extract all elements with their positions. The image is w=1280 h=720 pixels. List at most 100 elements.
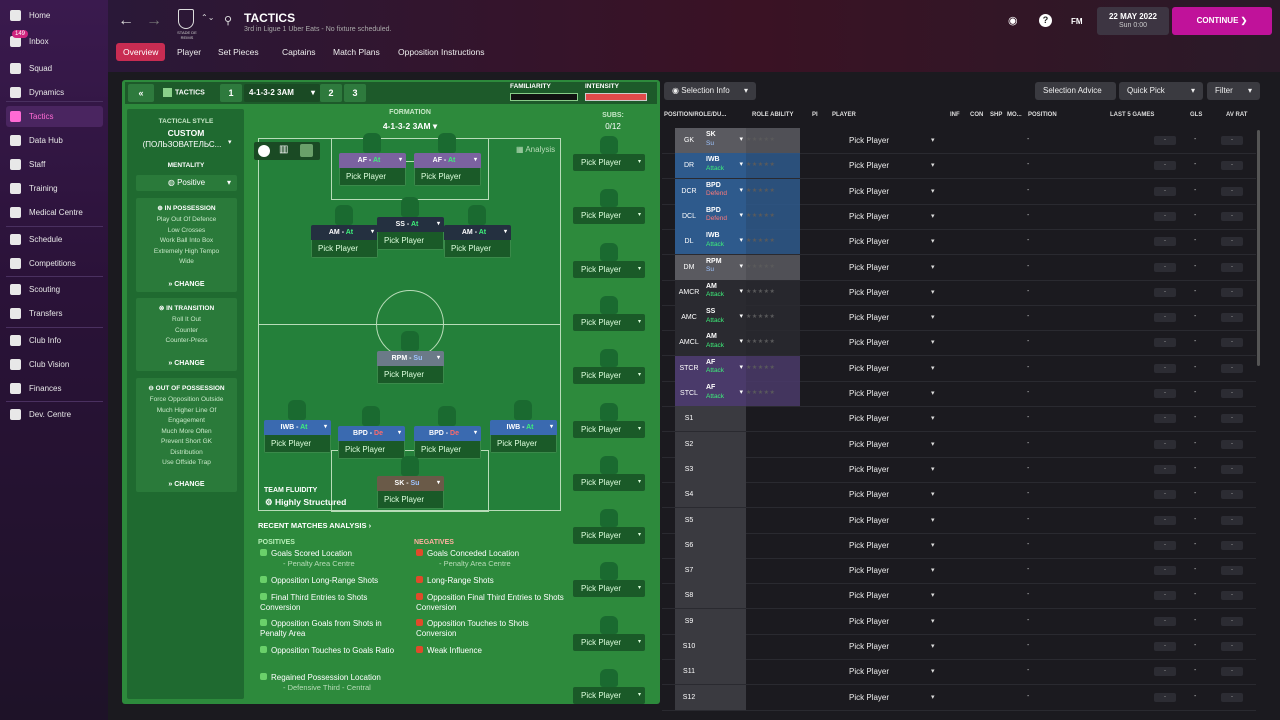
selection-info-select[interactable]: ◉ Selection Info ▾ bbox=[664, 82, 756, 100]
pick-player-select[interactable]: Pick Player bbox=[849, 161, 889, 170]
pick-player-select[interactable]: Pick Player bbox=[338, 441, 405, 459]
pick-player-select[interactable]: Pick Player bbox=[849, 414, 889, 423]
scrollbar[interactable] bbox=[1257, 130, 1260, 366]
sidebar-item-data-hub[interactable]: Data Hub bbox=[6, 130, 103, 151]
role-card-bpd[interactable]: BPD - De ▾ Pick Player bbox=[338, 426, 405, 459]
column-header[interactable]: MO... bbox=[1007, 112, 1022, 118]
pick-player-select[interactable]: Pick Player bbox=[849, 465, 889, 474]
role-card-af[interactable]: AF - At ▾ Pick Player bbox=[339, 153, 406, 186]
role-card-iwb[interactable]: IWB - At ▾ Pick Player bbox=[264, 420, 331, 453]
pick-player-select[interactable]: Pick Player bbox=[573, 154, 645, 171]
role-duty-cell[interactable]: AF Attack ▾ bbox=[703, 355, 746, 381]
chevron-down-icon[interactable]: ▾ bbox=[931, 465, 935, 473]
in-transition-change-button[interactable]: » CHANGE bbox=[136, 360, 237, 367]
pick-player-select[interactable]: Pick Player bbox=[573, 207, 645, 225]
pick-player-select[interactable]: Pick Player bbox=[573, 633, 645, 651]
role-duty-cell[interactable]: AM Attack ▾ bbox=[703, 330, 746, 356]
role-label[interactable]: AM - At ▾ bbox=[444, 225, 511, 240]
substitute-slot[interactable]: Pick Player bbox=[573, 295, 645, 331]
column-header[interactable]: PLAYER bbox=[832, 112, 856, 118]
role-duty-cell[interactable]: BPD Defend ▾ bbox=[703, 203, 746, 229]
analysis-button[interactable]: ▦ Analysis bbox=[516, 145, 555, 154]
role-duty-cell[interactable]: IWB Attack ▾ bbox=[703, 229, 746, 255]
role-card-am[interactable]: AM - At ▾ Pick Player bbox=[311, 225, 378, 258]
chevron-down-icon[interactable]: ▾ bbox=[931, 187, 935, 195]
chevron-down-icon[interactable]: ▾ bbox=[931, 440, 935, 448]
chevron-down-icon[interactable]: ▾ bbox=[931, 288, 935, 296]
chevron-down-icon[interactable]: ▾ bbox=[931, 338, 935, 346]
role-label[interactable]: AM - At ▾ bbox=[311, 225, 378, 240]
role-card-am[interactable]: AM - At ▾ Pick Player bbox=[444, 225, 511, 258]
pick-player-select[interactable]: Pick Player bbox=[849, 516, 889, 525]
chevron-down-icon[interactable]: ▾ bbox=[931, 364, 935, 372]
role-duty-cell[interactable]: IWB Attack ▾ bbox=[703, 153, 746, 179]
sidebar-item-training[interactable]: Training bbox=[6, 178, 103, 199]
sidebar-item-squad[interactable]: Squad bbox=[6, 58, 103, 79]
selection-advice-button[interactable]: Selection Advice bbox=[1035, 82, 1116, 100]
pick-player-select[interactable]: Pick Player bbox=[849, 566, 889, 575]
tab-overview[interactable]: Overview bbox=[116, 43, 166, 61]
column-header[interactable]: GLS bbox=[1190, 112, 1202, 118]
pick-player-select[interactable]: Pick Player bbox=[414, 441, 481, 459]
chevron-down-icon[interactable]: ▾ bbox=[931, 667, 935, 675]
column-header[interactable]: AV RAT bbox=[1226, 112, 1247, 118]
substitute-slot[interactable]: Pick Player bbox=[573, 242, 645, 278]
column-header[interactable]: PI bbox=[812, 112, 818, 118]
chevron-down-icon[interactable]: ▾ bbox=[931, 541, 935, 549]
column-header[interactable]: LAST 5 GAMES bbox=[1110, 112, 1154, 118]
pick-player-select[interactable]: Pick Player bbox=[339, 168, 406, 186]
pick-player-select[interactable]: Pick Player bbox=[849, 667, 889, 676]
substitute-slot[interactable]: Pick Player bbox=[573, 669, 645, 704]
chevron-down-icon[interactable]: ▾ bbox=[931, 591, 935, 599]
pick-player-select[interactable]: Pick Player bbox=[444, 240, 511, 258]
pick-player-select[interactable]: Pick Player bbox=[849, 187, 889, 196]
role-label[interactable]: AF - At ▾ bbox=[339, 153, 406, 168]
role-card-iwb[interactable]: IWB - At ▾ Pick Player bbox=[490, 420, 557, 453]
role-card-rpm[interactable]: RPM - Su ▾ Pick Player bbox=[377, 351, 444, 384]
pick-player-select[interactable]: Pick Player bbox=[264, 435, 331, 453]
chevron-down-icon[interactable]: ▾ bbox=[931, 693, 935, 701]
role-card-af[interactable]: AF - At ▾ Pick Player bbox=[414, 153, 481, 186]
substitute-slot[interactable]: Pick Player bbox=[573, 189, 645, 225]
pick-player-select[interactable]: Pick Player bbox=[573, 367, 645, 385]
pick-player-select[interactable]: Pick Player bbox=[849, 313, 889, 322]
sidebar-item-dev-centre[interactable]: Dev. Centre bbox=[6, 404, 103, 425]
column-header[interactable]: POSITION bbox=[1028, 112, 1057, 118]
mentality-select[interactable]: ◍ Positive ▾ bbox=[136, 175, 237, 191]
sidebar-item-finances[interactable]: Finances bbox=[6, 378, 103, 399]
chevron-down-icon[interactable]: ▾ bbox=[931, 161, 935, 169]
pick-player-select[interactable]: Pick Player bbox=[377, 366, 444, 384]
pick-player-select[interactable]: Pick Player bbox=[849, 389, 889, 398]
chevron-down-icon[interactable]: ▾ bbox=[931, 237, 935, 245]
tactic-slot-3[interactable]: 3 bbox=[344, 84, 366, 102]
pick-player-select[interactable]: Pick Player bbox=[849, 440, 889, 449]
pick-player-select[interactable]: Pick Player bbox=[849, 617, 889, 626]
globe-icon[interactable]: ◉ bbox=[1008, 14, 1018, 27]
pick-player-select[interactable]: Pick Player bbox=[573, 260, 645, 278]
role-label[interactable]: SK - Su ▾ bbox=[377, 476, 444, 491]
filter-button[interactable]: Filter ▾ bbox=[1207, 82, 1260, 100]
pick-player-select[interactable]: Pick Player bbox=[849, 693, 889, 702]
help-icon[interactable]: ? bbox=[1039, 14, 1052, 27]
pick-player-select[interactable]: Pick Player bbox=[849, 541, 889, 550]
pick-player-select[interactable]: Pick Player bbox=[849, 212, 889, 221]
sidebar-item-club-vision[interactable]: Club Vision bbox=[6, 354, 103, 375]
sidebar-item-club-info[interactable]: Club Info bbox=[6, 330, 103, 351]
chevron-down-icon[interactable]: ▾ bbox=[228, 138, 232, 146]
role-label[interactable]: AF - At ▾ bbox=[414, 153, 481, 168]
tab-match-plans[interactable]: Match Plans bbox=[326, 43, 387, 61]
pick-player-select[interactable]: Pick Player bbox=[849, 642, 889, 651]
search-icon[interactable]: ⚲ bbox=[224, 14, 232, 27]
pick-player-select[interactable]: Pick Player bbox=[377, 491, 444, 509]
chevron-down-icon[interactable]: ▾ bbox=[931, 414, 935, 422]
substitute-slot[interactable]: Pick Player bbox=[573, 136, 645, 171]
pitch-view-icon[interactable] bbox=[300, 144, 313, 157]
pick-player-select[interactable]: Pick Player bbox=[849, 263, 889, 272]
pick-player-select[interactable]: Pick Player bbox=[377, 232, 444, 250]
role-duty-cell[interactable]: AM Attack ▾ bbox=[703, 279, 746, 305]
chevron-down-icon[interactable]: ▾ bbox=[931, 263, 935, 271]
tab-set-pieces[interactable]: Set Pieces bbox=[211, 43, 266, 61]
in-possession-change-button[interactable]: » CHANGE bbox=[136, 281, 237, 288]
tactical-style-name[interactable]: (ПОЛЬЗОВАТЕЛЬС... bbox=[130, 140, 234, 149]
forward-arrow-icon[interactable]: → bbox=[146, 12, 162, 30]
